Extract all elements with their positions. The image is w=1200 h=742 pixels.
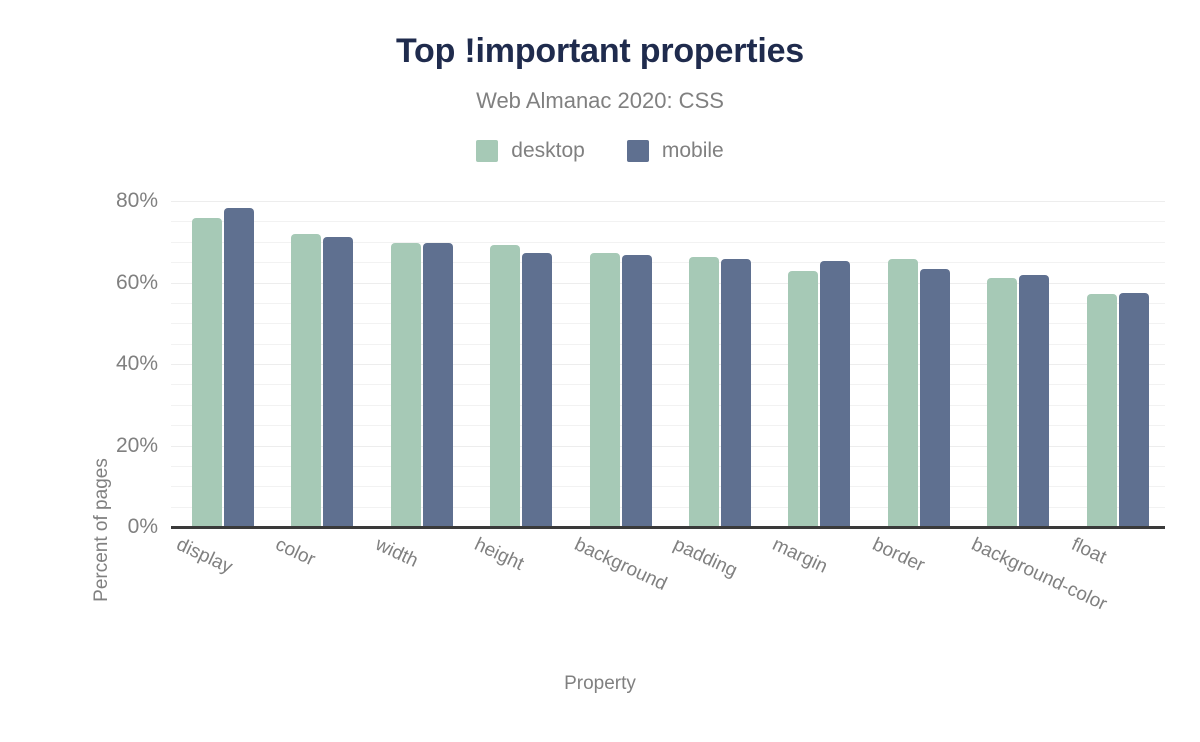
- bar-margin-mobile[interactable]: [820, 260, 851, 527]
- bar-border-mobile[interactable]: [919, 269, 950, 527]
- bar-color-mobile[interactable]: [323, 236, 354, 527]
- y-tick-label: 60%: [115, 270, 158, 294]
- x-axis-line: [171, 526, 1165, 529]
- x-tick-label-height: height: [471, 534, 528, 575]
- y-tick-label: 80%: [115, 189, 158, 212]
- bar-group-display: [192, 201, 254, 527]
- bar-float-mobile[interactable]: [1118, 292, 1149, 527]
- bar-background-color-desktop[interactable]: [987, 278, 1018, 527]
- legend-item-desktop[interactable]: desktop: [476, 139, 585, 163]
- x-tick-label-padding: padding: [670, 534, 741, 582]
- bar-border-desktop[interactable]: [887, 258, 918, 527]
- chart-title: Top !important properties: [395, 32, 805, 70]
- bar-group-background-color: [987, 201, 1050, 527]
- legend-swatch-desktop: [476, 140, 499, 162]
- bar-group-margin: [788, 201, 851, 527]
- x-tick-label-display: display: [173, 534, 236, 579]
- legend-swatch-mobile: [626, 140, 649, 162]
- chart-legend: desktop mobile: [0, 139, 1200, 163]
- x-tick-label-margin: margin: [769, 534, 832, 578]
- bar-height-desktop[interactable]: [490, 245, 521, 527]
- bar-padding-desktop[interactable]: [689, 256, 719, 527]
- chart-subtitle: Web Almanac 2020: CSS: [476, 88, 724, 113]
- x-tick-label-width: width: [371, 534, 422, 572]
- y-axis-labels: Percent of pages 0% 20% 40% 60% 80%: [78, 189, 158, 602]
- plot-area: [171, 201, 1165, 527]
- bar-group-color: [291, 201, 354, 527]
- bar-margin-desktop[interactable]: [788, 270, 819, 527]
- bar-background-desktop[interactable]: [589, 252, 620, 527]
- y-tick-label: 0%: [127, 515, 158, 538]
- bar-group-border: [887, 201, 950, 527]
- bar-group-height: [490, 201, 553, 527]
- x-axis-labels: display color width height background padding…: [171, 534, 1165, 644]
- x-tick-label-color: color: [272, 534, 319, 571]
- x-tick-label-background: background: [570, 534, 670, 595]
- bar-group-padding: [689, 201, 751, 527]
- x-axis-title: Property: [564, 673, 636, 694]
- legend-label: desktop: [511, 139, 585, 162]
- bar-display-desktop[interactable]: [192, 217, 222, 527]
- bar-float-desktop[interactable]: [1086, 293, 1117, 527]
- legend-label: mobile: [661, 139, 724, 162]
- bar-width-mobile[interactable]: [422, 243, 453, 527]
- y-tick-label: 20%: [115, 433, 158, 457]
- bar-group-float: [1086, 201, 1149, 527]
- bar-group-width: [390, 201, 453, 527]
- bar-width-desktop[interactable]: [390, 243, 421, 527]
- bar-display-mobile[interactable]: [224, 207, 254, 527]
- bar-chart: Top !important properties Web Almanac 20…: [0, 0, 1200, 742]
- bar-group-background: [589, 201, 652, 527]
- bar-color-desktop[interactable]: [291, 233, 322, 527]
- bar-background-mobile[interactable]: [621, 255, 652, 527]
- bar-padding-mobile[interactable]: [721, 259, 751, 527]
- y-tick-label: 40%: [115, 352, 158, 375]
- bar-height-mobile[interactable]: [522, 252, 553, 527]
- x-tick-label-float: float: [1067, 534, 1110, 569]
- bar-background-color-mobile[interactable]: [1019, 275, 1050, 527]
- x-tick-label-border: border: [868, 534, 928, 577]
- legend-item-mobile[interactable]: mobile: [626, 139, 724, 163]
